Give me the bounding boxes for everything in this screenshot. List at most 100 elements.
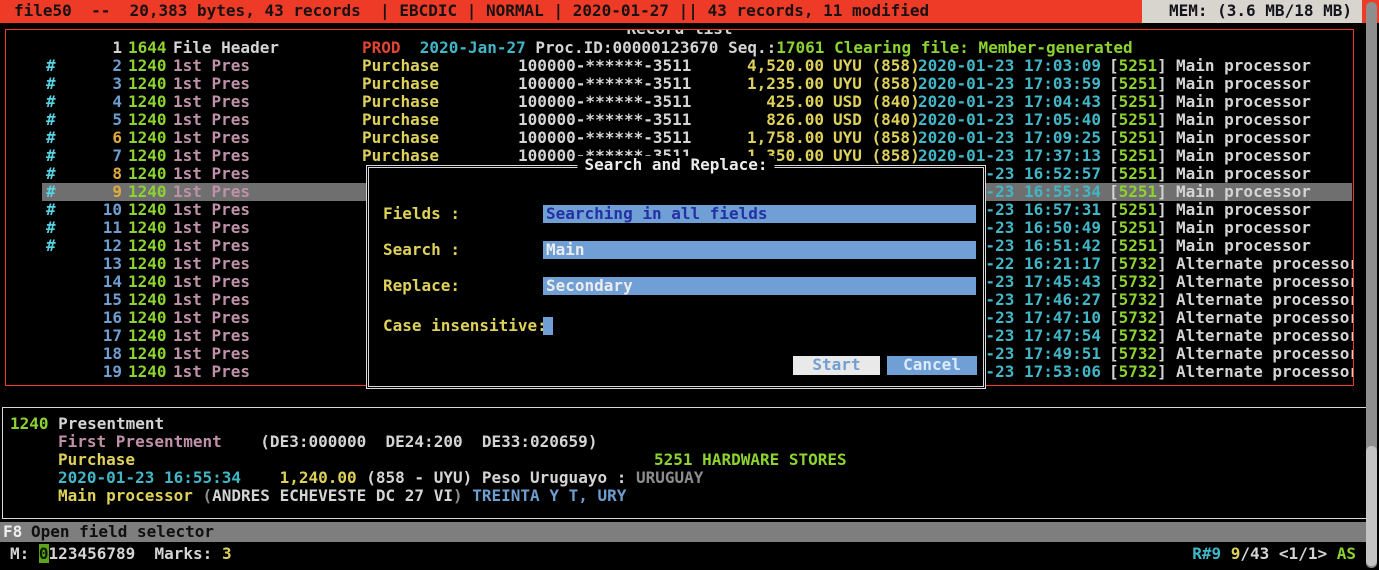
record-datetime: 2020-01-23 17:03:09 (918, 57, 1101, 75)
record-mti: 1240 (128, 219, 167, 237)
marks-count: 3 (222, 544, 232, 563)
position-status: R#9 9/43 <1/1> AS (1192, 545, 1356, 563)
record-row-1[interactable]: 11644File HeaderPROD 2020-Jan-27 Proc.ID… (6, 39, 1353, 57)
case-insensitive-input[interactable] (543, 317, 553, 335)
record-row-2[interactable]: #212401st PresPurchase100000-******-3511… (6, 57, 1353, 75)
scrollbar-thumb[interactable] (1366, 446, 1377, 566)
bracket-close: ] (1157, 326, 1167, 345)
cancel-button[interactable]: Cancel (887, 356, 977, 375)
record-row-6[interactable]: #612401st PresPurchase100000-******-3511… (6, 129, 1353, 147)
memory-text: MEM: (3.6 MB/18 MB) (1169, 1, 1352, 20)
record-mti: 1240 (128, 93, 167, 111)
card-number: 100000-******-3511 (518, 75, 691, 93)
record-type-name: 1st Pres (173, 183, 250, 201)
record-type-name: 1st Pres (173, 93, 250, 111)
m-label: M: (10, 544, 29, 563)
record-type-name: 1st Pres (173, 255, 250, 273)
mcc-code: [5251] (1109, 219, 1167, 237)
record-row-3[interactable]: #312401st PresPurchase100000-******-3511… (6, 75, 1353, 93)
record-type-name: 1st Pres (173, 273, 250, 291)
amount: 826.00 (684, 111, 824, 129)
detail-merchant-category: 5251 HARDWARE STORES (654, 451, 847, 469)
status-bar: M: 0123456789 Marks: 3 R#9 9/43 <1/1> AS (0, 542, 1379, 570)
processor-name: Alternate processor (1176, 345, 1354, 363)
fields-label: Fields : (383, 205, 460, 223)
detail-transaction-type: Purchase (58, 450, 135, 469)
currency: USD (840) (833, 111, 920, 129)
processor-name: Main processor (1176, 93, 1311, 111)
card-number: 100000-******-3511 (518, 129, 691, 147)
bracket-open: [ (1109, 56, 1119, 75)
transaction-type: Purchase (362, 93, 439, 111)
record-mti: 1240 (128, 165, 167, 183)
mcc-value: 5732 (1119, 326, 1158, 345)
bracket-open: [ (1109, 272, 1119, 291)
replace-label: Replace: (383, 277, 460, 295)
bracket-open: [ (1109, 128, 1119, 147)
replace-input[interactable]: Secondary (543, 277, 976, 295)
record-row-4[interactable]: #412401st PresPurchase100000-******-3511… (6, 93, 1353, 111)
record-mti: 1240 (128, 255, 167, 273)
bracket-close: ] (1157, 74, 1167, 93)
scrollbar[interactable] (1366, 2, 1377, 568)
file-header-info: PROD 2020-Jan-27 Proc.ID:00000123670 Seq… (362, 39, 1133, 57)
bracket-close: ] (1157, 200, 1167, 219)
record-datetime: 2020-01-23 17:09:25 (918, 129, 1101, 147)
fkey-f8[interactable]: F8 (3, 523, 22, 541)
position-current: 9 (1231, 544, 1241, 563)
mark-digits: 123456789 (49, 544, 136, 563)
bracket-close: ] (1157, 146, 1167, 165)
function-key-bar[interactable]: F8 Open field selector (0, 522, 1366, 542)
fields-input[interactable]: Searching in all fields (543, 205, 976, 223)
record-type-name: 1st Pres (173, 345, 250, 363)
detail-line-transaction: Purchase5251 HARDWARE STORES (58, 451, 135, 469)
record-type-name: 1st Pres (173, 111, 250, 129)
bracket-close: ] (1157, 308, 1167, 327)
page-indicator: <1/1> (1279, 544, 1327, 563)
bracket-close: ] (1157, 128, 1167, 147)
dialog-title: Search and Replace: (577, 156, 774, 174)
detail-merchant-name: ANDRES ECHEVESTE DC 27 VI (212, 486, 453, 505)
record-number: 9 (74, 183, 122, 201)
record-datetime: 2020-01-23 17:03:59 (918, 75, 1101, 93)
text (824, 38, 834, 57)
processor-name: Alternate processor (1176, 327, 1354, 345)
mcc-code: [5732] (1109, 363, 1167, 381)
mcc-value: 5251 (1119, 92, 1158, 111)
record-datetime: 2020-01-23 17:37:13 (918, 147, 1101, 165)
record-type-name: 1st Pres (173, 201, 250, 219)
modified-mark: # (46, 75, 56, 93)
search-input[interactable]: Main (543, 241, 976, 259)
processor-name: Alternate processor (1176, 273, 1354, 291)
record-number: 3 (74, 75, 122, 93)
mcc-value: 5732 (1119, 308, 1158, 327)
detail-de-info: (DE3:000000 DE24:200 DE33:020659) (260, 432, 597, 451)
modified-mark: # (46, 93, 56, 111)
mcc-code: [5251] (1109, 111, 1167, 129)
modified-mark: # (46, 165, 56, 183)
mcc-code: [5732] (1109, 327, 1167, 345)
currency: USD (840) (833, 93, 920, 111)
terminal-screen: file50 -- 20,383 bytes, 43 records | EBC… (0, 0, 1379, 570)
record-mti: 1240 (128, 147, 167, 165)
mcc-value: 5251 (1119, 56, 1158, 75)
marks-status: M: 0123456789 Marks: 3 (10, 545, 232, 563)
start-button[interactable]: Start (793, 356, 880, 375)
transaction-type: Purchase (362, 75, 439, 93)
amount: 1,235.00 (684, 75, 824, 93)
detail-amount: 1,240.00 (280, 468, 357, 487)
seq-value: 17061 (776, 38, 824, 57)
paren-close: ) (453, 486, 463, 505)
card-number: 100000-******-3511 (518, 111, 691, 129)
text (401, 38, 420, 57)
proc-id-label: Proc.ID: (535, 38, 612, 57)
record-ref: R#9 (1192, 544, 1221, 563)
search-replace-dialog: Search and Replace: Fields : Searching i… (366, 165, 986, 389)
record-row-5[interactable]: #512401st PresPurchase100000-******-3511… (6, 111, 1353, 129)
currency: UYU (858) (833, 57, 920, 75)
active-mark-digit: 0 (39, 544, 49, 563)
mcc-code: [5251] (1109, 57, 1167, 75)
processor-name: Main processor (1176, 129, 1311, 147)
mcc-code: [5732] (1109, 273, 1167, 291)
mcc-value: 5251 (1119, 110, 1158, 129)
